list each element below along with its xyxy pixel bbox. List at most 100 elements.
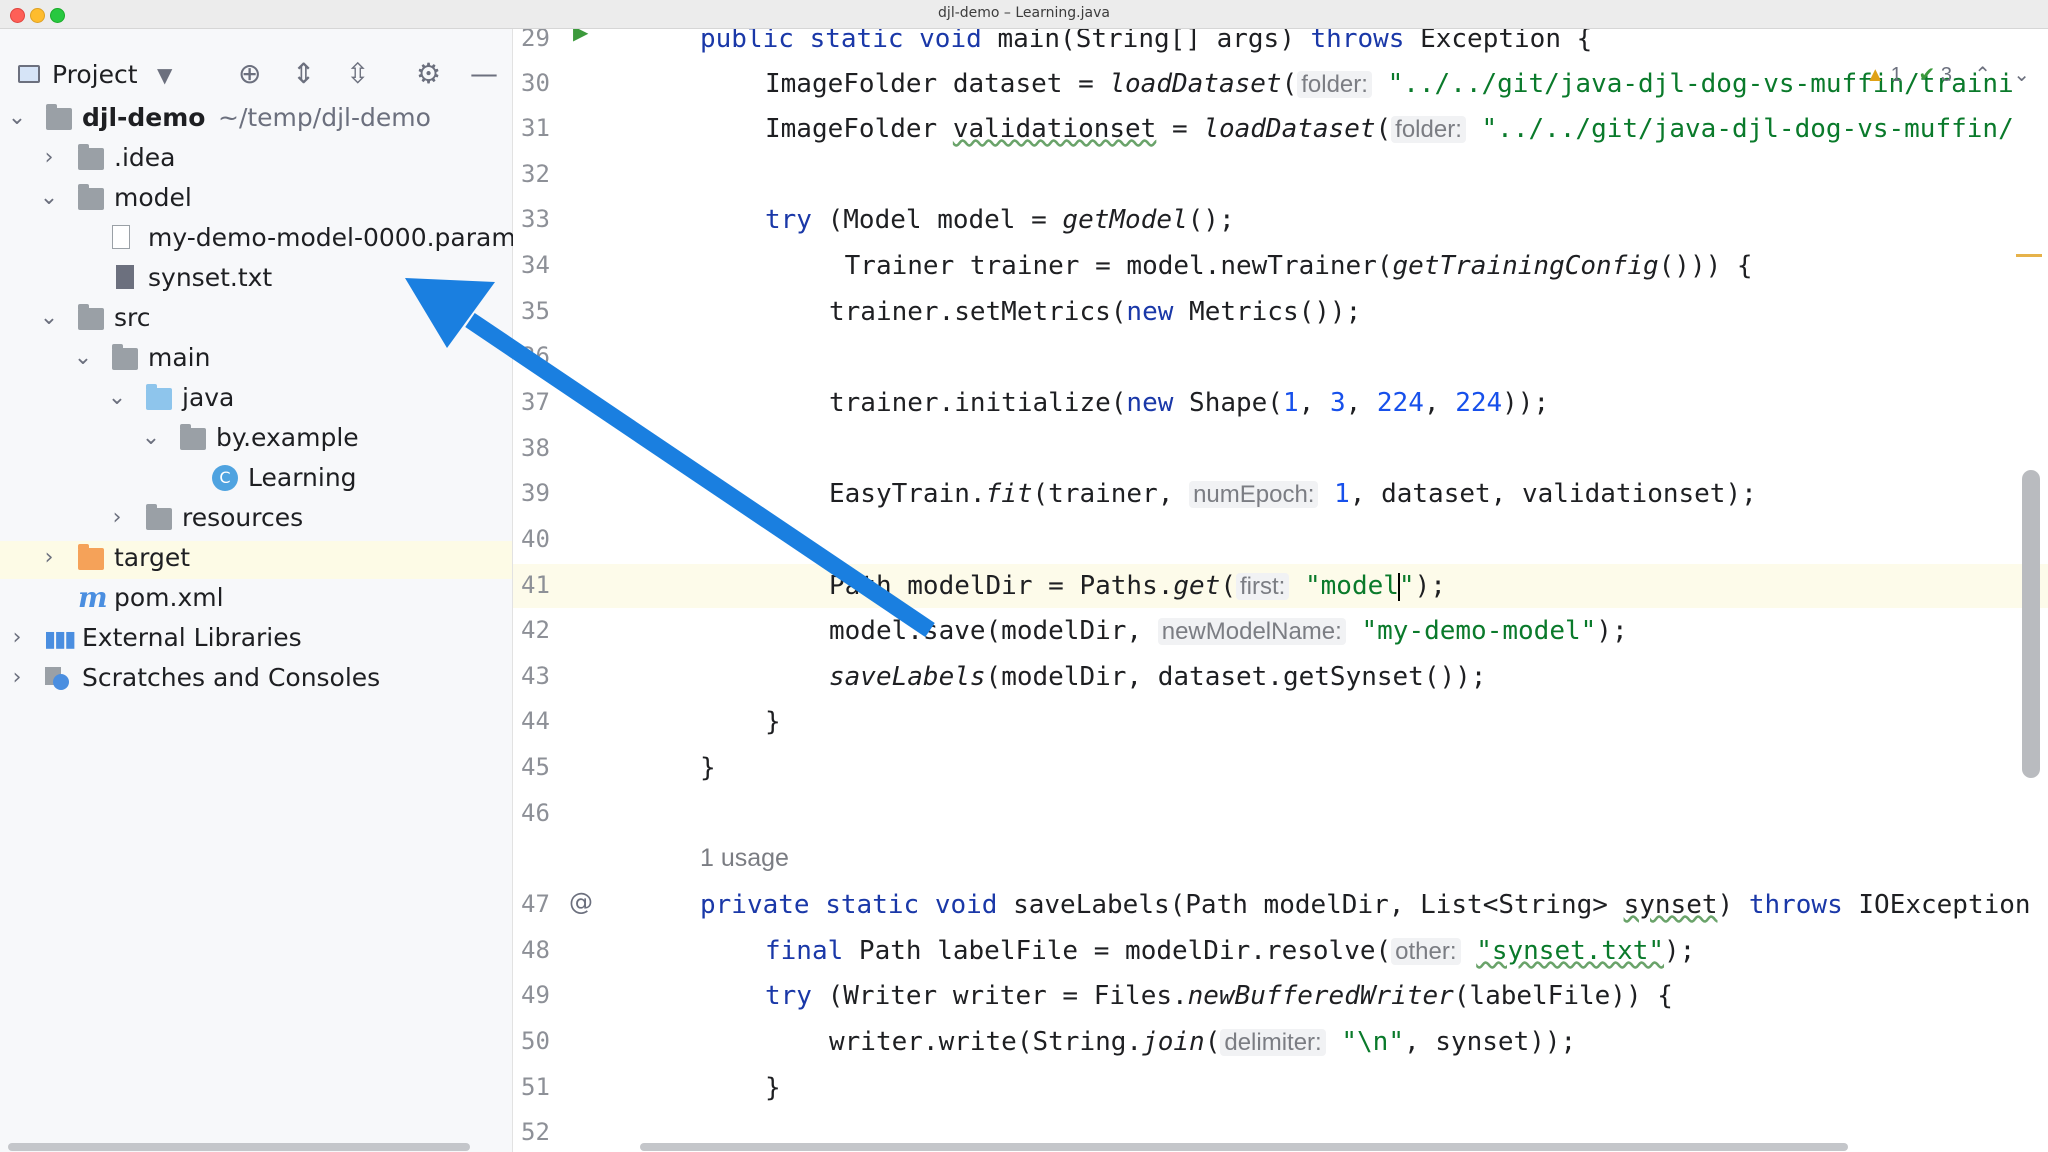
chevron-right-icon[interactable]: ›	[38, 545, 60, 570]
weak-warning-count: 3	[1940, 64, 1952, 86]
tree-item-label: .idea	[114, 143, 176, 172]
line-number: 43	[521, 662, 550, 690]
tree-item-label: target	[114, 543, 191, 572]
code-line-33: 33 try (Model model = getModel();	[513, 198, 2048, 242]
code-line-46: 46	[513, 792, 2048, 836]
chevron-right-icon[interactable]: ›	[6, 625, 28, 650]
libraries-icon: ▮▮▮	[44, 627, 76, 652]
tree-item-scratches[interactable]: › Scratches and Consoles	[0, 661, 512, 699]
source-folder-icon	[146, 384, 172, 410]
folder-icon	[78, 144, 104, 170]
line-number: 45	[521, 753, 550, 781]
file-icon	[112, 225, 130, 249]
override-at-icon[interactable]: @	[569, 888, 593, 916]
code-text: writer.write(String.join(delimiter: "\n"…	[829, 1027, 1577, 1057]
line-number: 48	[521, 936, 550, 964]
param-hint: newModelName:	[1157, 618, 1346, 645]
code-line-44: 44 }	[513, 700, 2048, 744]
tree-item-path: ~/temp/djl-demo	[218, 103, 431, 132]
tree-item-idea[interactable]: › .idea	[0, 141, 512, 179]
code-editor[interactable]: 29 ▶ public static void main(String[] ar…	[513, 29, 2048, 1152]
error-stripe-marker[interactable]	[2016, 254, 2042, 257]
tree-item-label: model	[114, 183, 192, 212]
code-line-41-current: 41 Path modelDir = Paths.get(first: "mod…	[513, 564, 2048, 608]
tree-item-label: resources	[182, 503, 304, 532]
code-text: EasyTrain.fit(trainer, numEpoch: 1, data…	[829, 479, 1757, 509]
collapse-all-icon[interactable]: ⇳	[346, 57, 369, 90]
warning-icon: ▲	[1865, 64, 1886, 86]
chevron-right-icon[interactable]: ›	[6, 665, 28, 690]
line-number: 32	[521, 160, 550, 188]
line-number: 34	[521, 251, 550, 279]
code-line-42: 42 model.save(modelDir, newModelName: "m…	[513, 609, 2048, 653]
project-view-title[interactable]: Project	[52, 60, 138, 89]
tree-item-src[interactable]: ⌄ src	[0, 301, 512, 339]
tree-item-java[interactable]: ⌄ java	[0, 381, 512, 419]
line-number: 36	[521, 342, 550, 370]
inspection-widget[interactable]: ▲ 1 ✔ 3 ⌃ ⌄	[1865, 62, 2030, 87]
tree-item-synset[interactable]: synset.txt	[0, 261, 512, 299]
tree-item-pom[interactable]: m pom.xml	[0, 581, 512, 619]
tree-item-params-file[interactable]: my-demo-model-0000.params	[0, 221, 529, 259]
line-number: 44	[521, 707, 550, 735]
usage-hint[interactable]: 1 usage	[700, 844, 789, 873]
text-file-icon	[116, 265, 134, 289]
tree-item-target[interactable]: › target	[0, 541, 512, 579]
tree-item-model[interactable]: ⌄ model	[0, 181, 512, 219]
code-line-49: 49 try (Writer writer = Files.newBuffere…	[513, 974, 2048, 1018]
tree-item-label: Learning	[248, 463, 357, 492]
code-line-35: 35 trainer.setMetrics(new Metrics());	[513, 290, 2048, 334]
code-line-43: 43 saveLabels(modelDir, dataset.getSynse…	[513, 655, 2048, 699]
chevron-down-icon[interactable]: ⌄	[140, 425, 162, 450]
line-number: 38	[521, 434, 550, 462]
chevron-down-icon[interactable]: ⌄	[38, 185, 60, 210]
code-line-40: 40	[513, 518, 2048, 562]
chevron-down-icon[interactable]: ⌄	[72, 345, 94, 370]
folder-icon	[112, 344, 138, 370]
tree-item-label: src	[114, 303, 151, 332]
code-line-47: 47 @ private static void saveLabels(Path…	[513, 883, 2048, 927]
code-line-34: 34 Trainer trainer = model.newTrainer(ge…	[513, 244, 2048, 288]
gear-icon[interactable]: ⚙	[416, 57, 441, 90]
previous-highlight-icon[interactable]: ⌃	[1974, 64, 1991, 86]
tree-item-djl-demo[interactable]: ⌄ djl-demo ~/temp/djl-demo	[0, 101, 512, 139]
editor-vertical-scrollbar[interactable]	[2022, 470, 2040, 778]
editor-horizontal-scrollbar[interactable]	[640, 1143, 1848, 1151]
next-highlight-icon[interactable]: ⌄	[2013, 64, 2030, 86]
chevron-right-icon[interactable]: ›	[106, 505, 128, 530]
code-text: model.save(modelDir, newModelName: "my-d…	[829, 616, 1628, 646]
line-number: 41	[521, 571, 550, 599]
chevron-down-icon[interactable]: ⌄	[106, 385, 128, 410]
folder-icon	[78, 304, 104, 330]
param-hint: delimiter:	[1220, 1029, 1326, 1056]
code-line-30: 30 ImageFolder dataset = loadDataset(fol…	[513, 62, 2048, 106]
code-line-48: 48 final Path labelFile = modelDir.resol…	[513, 929, 2048, 973]
code-text: saveLabels(modelDir, dataset.getSynset()…	[829, 662, 1487, 692]
tree-item-external-libraries[interactable]: › ▮▮▮ External Libraries	[0, 621, 512, 659]
chevron-down-icon[interactable]: ▼	[157, 63, 172, 87]
code-line-29: 29 ▶ public static void main(String[] ar…	[513, 29, 2048, 61]
code-text: }	[765, 707, 781, 737]
hide-icon[interactable]: —	[470, 57, 498, 90]
expand-all-icon[interactable]: ⇕	[292, 57, 315, 90]
chevron-down-icon[interactable]: ⌄	[6, 105, 28, 130]
code-line-38: 38	[513, 427, 2048, 471]
tree-item-learning[interactable]: C Learning	[0, 461, 512, 499]
select-opened-file-icon[interactable]: ⊕	[238, 57, 261, 90]
run-icon[interactable]: ▶	[573, 29, 588, 44]
tree-item-package[interactable]: ⌄ by.example	[0, 421, 512, 459]
chevron-right-icon[interactable]: ›	[38, 145, 60, 170]
line-number: 31	[521, 114, 550, 142]
param-hint: other:	[1391, 938, 1461, 965]
excluded-folder-icon	[78, 544, 104, 570]
code-line-50: 50 writer.write(String.join(delimiter: "…	[513, 1020, 2048, 1064]
project-tool-header: Project ▼ ⊕ ⇕ ⇳ ⚙ —	[0, 51, 512, 99]
line-number: 30	[521, 69, 550, 97]
chevron-down-icon[interactable]: ⌄	[38, 305, 60, 330]
tree-item-main[interactable]: ⌄ main	[0, 341, 512, 379]
sidebar-horizontal-scrollbar[interactable]	[8, 1143, 470, 1151]
package-icon	[180, 424, 206, 450]
line-number: 39	[521, 479, 550, 507]
tree-item-resources[interactable]: › resources	[0, 501, 512, 539]
param-hint: first:	[1236, 573, 1290, 600]
